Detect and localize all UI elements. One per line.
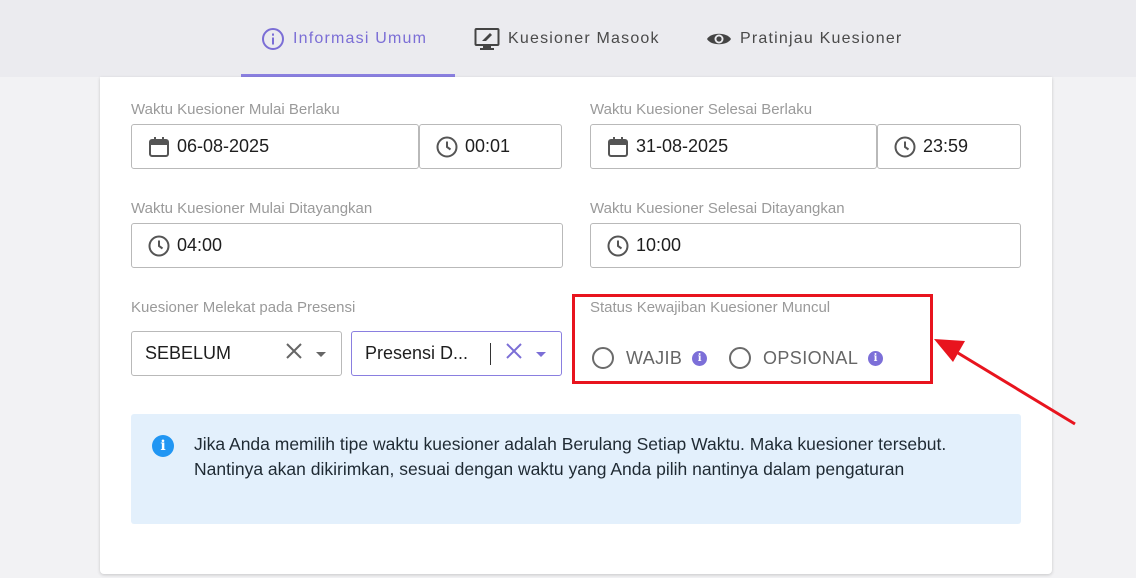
tab-label: Informasi Umum [293, 29, 428, 47]
position-select-value: SEBELUM [145, 343, 232, 363]
calendar-icon [147, 135, 171, 159]
end-valid-label: Waktu Kuesioner Selesai Berlaku [590, 101, 813, 118]
clear-icon[interactable] [285, 342, 303, 365]
info-circle-icon [261, 27, 285, 51]
info-icon: i [152, 435, 174, 457]
alert-text: Jika Anda memilih tipe waktu kuesioner a… [194, 434, 947, 479]
time-value: 04:00 [177, 235, 223, 255]
chevron-down-icon[interactable] [315, 343, 327, 364]
eye-icon [706, 27, 732, 51]
clear-icon[interactable] [505, 342, 523, 365]
text-cursor [490, 342, 491, 365]
clock-icon [147, 234, 171, 258]
start-show-time-field[interactable]: 04:00 [131, 223, 563, 268]
date-value: 06-08-2025 [177, 136, 270, 156]
clock-icon [606, 234, 630, 258]
time-value: 00:01 [465, 136, 511, 156]
info-alert: i Jika Anda memilih tipe waktu kuesioner… [131, 414, 1021, 524]
end-show-label: Waktu Kuesioner Selesai Ditayangkan [590, 200, 845, 217]
time-value: 23:59 [923, 136, 969, 156]
start-valid-label: Waktu Kuesioner Mulai Berlaku [131, 101, 340, 118]
date-value: 31-08-2025 [636, 136, 729, 156]
presence-select-value: Presensi D... [365, 343, 469, 363]
highlight-box [572, 294, 933, 384]
tab-label: Kuesioner Masook [508, 29, 660, 47]
tab-kuesioner-masook[interactable]: Kuesioner Masook [474, 0, 660, 77]
presence-select[interactable]: Presensi D... [351, 331, 562, 376]
clock-icon [893, 135, 917, 159]
attached-label: Kuesioner Melekat pada Presensi [131, 299, 356, 316]
end-valid-date-field[interactable]: 31-08-2025 [590, 124, 877, 169]
tab-pratinjau-kuesioner[interactable]: Pratinjau Kuesioner [706, 0, 902, 77]
end-show-time-field[interactable]: 10:00 [590, 223, 1021, 268]
time-value: 10:00 [636, 235, 682, 255]
start-show-label: Waktu Kuesioner Mulai Ditayangkan [131, 200, 373, 217]
chevron-down-icon[interactable] [535, 343, 547, 364]
tab-bar: Informasi Umum Kuesioner Masook Pratinja… [0, 0, 1136, 77]
start-valid-date-field[interactable]: 06-08-2025 [131, 124, 419, 169]
start-valid-time-field[interactable]: 00:01 [419, 124, 562, 169]
tab-label: Pratinjau Kuesioner [740, 29, 903, 47]
calendar-icon [606, 135, 630, 159]
clock-icon [435, 135, 459, 159]
tab-informasi-umum[interactable]: Informasi Umum [261, 0, 427, 77]
end-valid-time-field[interactable]: 23:59 [877, 124, 1021, 169]
position-select[interactable]: SEBELUM [131, 331, 342, 376]
monitor-edit-icon [474, 27, 500, 51]
